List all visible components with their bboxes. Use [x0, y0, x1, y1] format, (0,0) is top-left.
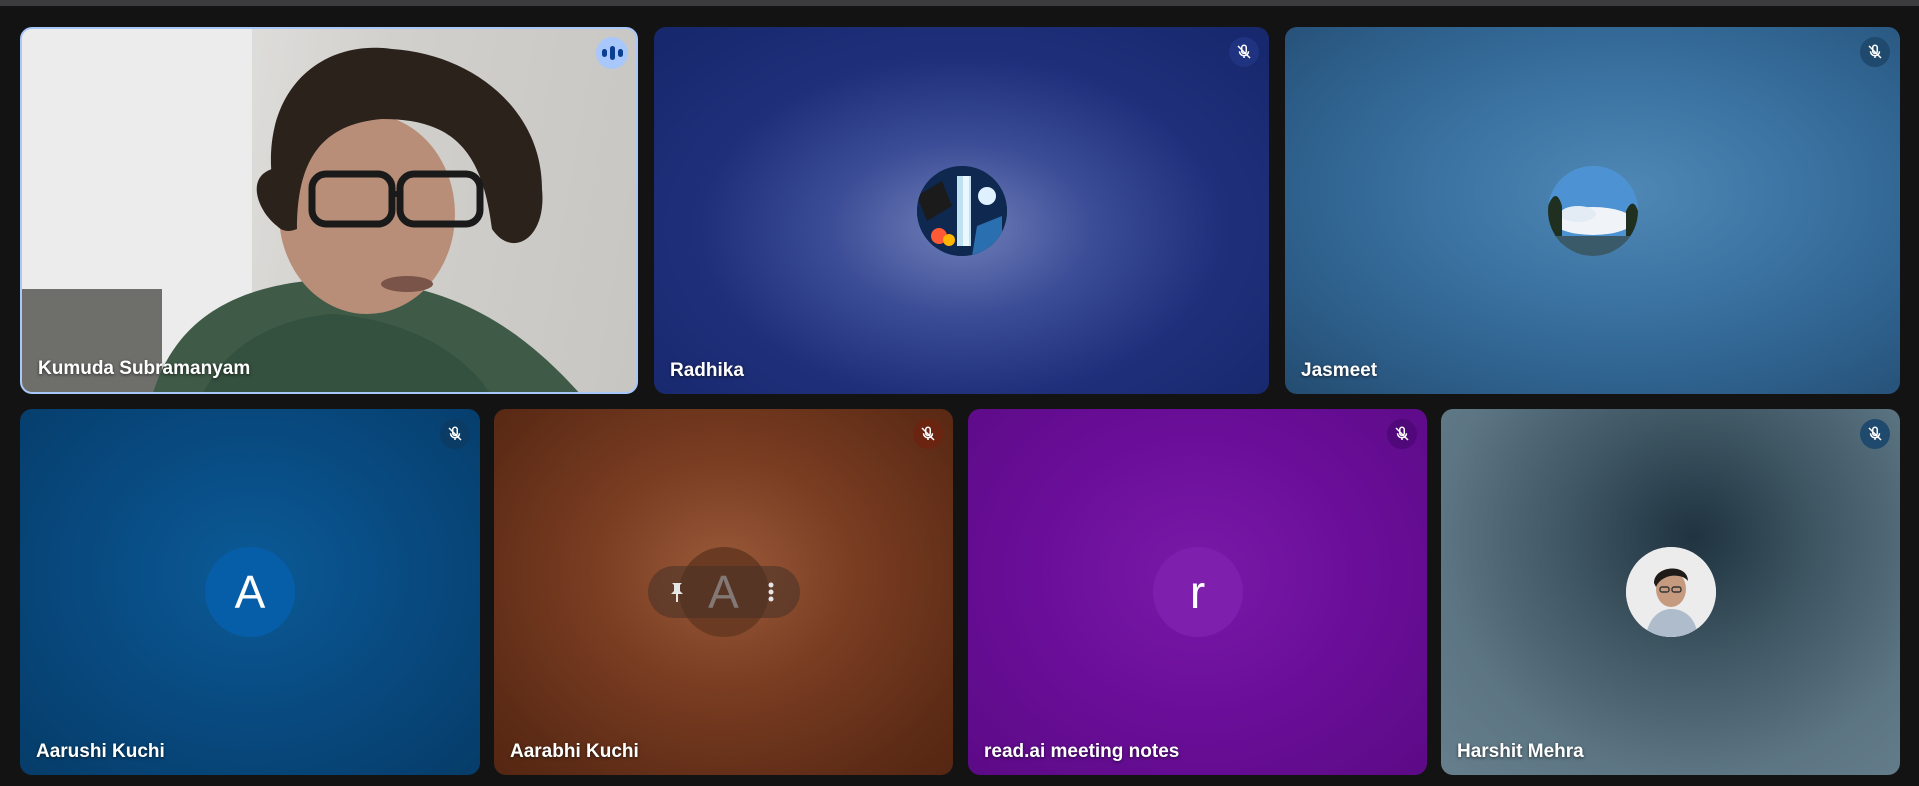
top-bar — [0, 0, 1919, 6]
letter-avatar: A — [205, 547, 295, 637]
more-vert-icon[interactable] — [756, 577, 786, 607]
tile-hover-controls — [647, 566, 800, 618]
participant-name: Kumuda Subramanyam — [38, 358, 251, 379]
participant-tile-harshit[interactable]: Harshit Mehra — [1441, 409, 1900, 775]
participant-name: Aarabhi Kuchi — [510, 741, 639, 762]
participant-tile-kumuda[interactable]: Kumuda Subramanyam — [20, 27, 638, 394]
letter-avatar: r — [1152, 547, 1243, 637]
participant-name: Harshit Mehra — [1457, 741, 1584, 762]
mic-off-icon — [440, 419, 470, 449]
sky-photo-avatar — [1547, 165, 1638, 256]
pin-icon[interactable] — [662, 577, 692, 607]
participant-name: Jasmeet — [1301, 360, 1378, 381]
audio-level-icon — [596, 37, 628, 69]
mic-off-icon — [913, 419, 943, 449]
mic-off-icon — [1860, 37, 1890, 67]
participant-tile-readai[interactable]: r read.ai meeting notes — [968, 409, 1427, 775]
camera-feed — [22, 29, 579, 392]
waterfall-photo-avatar — [916, 165, 1007, 256]
mic-off-icon — [1387, 419, 1417, 449]
participant-tile-aarabhi[interactable]: A Aarabhi Kuchi — [494, 409, 953, 775]
mic-off-icon — [1229, 37, 1259, 67]
participant-tile-aarushi[interactable]: A Aarushi Kuchi — [20, 409, 480, 775]
participant-tile-radhika[interactable]: Radhika — [654, 27, 1269, 394]
participant-name: Aarushi Kuchi — [36, 741, 165, 762]
participant-name: Radhika — [670, 360, 744, 381]
mic-off-icon — [1860, 419, 1890, 449]
participant-tile-jasmeet[interactable]: Jasmeet — [1285, 27, 1900, 394]
portrait-photo-avatar — [1625, 547, 1716, 637]
participant-name: read.ai meeting notes — [984, 741, 1180, 762]
